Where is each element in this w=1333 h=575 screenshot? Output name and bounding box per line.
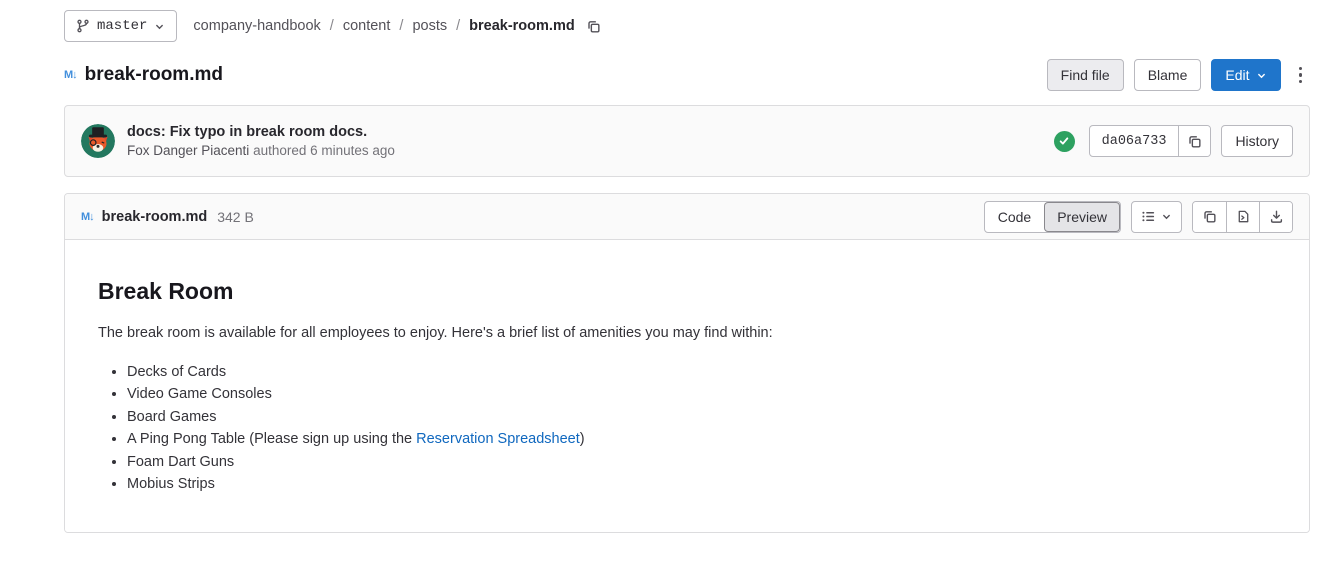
commit-authored-text: authored 6 minutes ago (249, 143, 395, 158)
page: master company-handbook / content / post… (0, 0, 1333, 533)
kebab-menu-icon (1299, 67, 1303, 84)
tab-preview[interactable]: Preview (1044, 202, 1120, 232)
breadcrumb: company-handbook / content / posts / bre… (193, 17, 602, 36)
breadcrumb-item-file: break-room.md (469, 18, 575, 34)
file-viewer-header: M↓ break-room.md 342 B Code Preview (65, 194, 1309, 240)
display-options-dropdown[interactable] (1131, 201, 1182, 233)
branch-selector-label: master (97, 18, 147, 34)
list-item: Foam Dart Guns (127, 451, 1276, 474)
branch-selector[interactable]: master (64, 10, 177, 42)
list-item-text: Board Games (127, 409, 216, 425)
chevron-down-icon (154, 21, 165, 32)
amenities-list: Decks of Cards Video Game Consoles Board… (98, 361, 1276, 496)
doc-heading: Break Room (98, 278, 1276, 305)
list-bulleted-icon (1141, 209, 1156, 224)
edit-button[interactable]: Edit (1211, 59, 1280, 91)
commit-sha-group: da06a733 (1089, 125, 1212, 157)
open-raw-button[interactable] (1226, 202, 1259, 232)
list-item-text: Video Game Consoles (127, 386, 272, 402)
list-item-text: Foam Dart Guns (127, 454, 234, 470)
author-avatar[interactable] (81, 124, 115, 158)
breadcrumb-item-content[interactable]: content (343, 18, 391, 34)
file-name: break-room.md (102, 209, 208, 225)
commit-byline: Fox Danger Piacenti authored 6 minutes a… (127, 143, 395, 158)
more-options-button[interactable] (1291, 61, 1311, 90)
page-title: break-room.md (85, 64, 223, 86)
rendered-markdown: Break Room The break room is available f… (65, 240, 1309, 532)
tab-code[interactable]: Code (985, 202, 1044, 232)
copy-path-button[interactable] (584, 17, 603, 36)
history-button[interactable]: History (1221, 125, 1293, 157)
copy-icon (586, 19, 601, 34)
check-circle-icon (1058, 135, 1070, 147)
markdown-file-icon: M↓ (64, 69, 77, 81)
list-item: Board Games (127, 406, 1276, 429)
code-preview-toggle: Code Preview (984, 201, 1121, 233)
breadcrumb-item-posts[interactable]: posts (412, 18, 447, 34)
breadcrumb-separator: / (399, 18, 403, 34)
list-item-text: Decks of Cards (127, 364, 226, 380)
copy-contents-button[interactable] (1193, 202, 1226, 232)
download-button[interactable] (1259, 202, 1292, 232)
list-item: Mobius Strips (127, 473, 1276, 496)
file-title-row: M↓ break-room.md Find file Blame Edit (64, 59, 1310, 91)
commit-author[interactable]: Fox Danger Piacenti (127, 143, 249, 158)
pipeline-status-badge[interactable] (1054, 131, 1075, 152)
list-item: Decks of Cards (127, 361, 1276, 384)
raw-file-icon (1236, 209, 1251, 224)
list-item-text: ) (580, 431, 585, 447)
list-item-text: Mobius Strips (127, 476, 215, 492)
list-item: Video Game Consoles (127, 383, 1276, 406)
breadcrumb-separator: / (456, 18, 460, 34)
last-commit-box: docs: Fix typo in break room docs. Fox D… (64, 105, 1310, 177)
list-item-text: A Ping Pong Table (Please sign up using … (127, 431, 416, 447)
copy-icon (1202, 209, 1217, 224)
edit-button-label: Edit (1225, 67, 1249, 83)
chevron-down-icon (1256, 70, 1267, 81)
blame-button[interactable]: Blame (1134, 59, 1202, 91)
find-file-button[interactable]: Find file (1047, 59, 1124, 91)
commit-message[interactable]: docs: Fix typo in break room docs. (127, 124, 395, 140)
breadcrumb-separator: / (330, 18, 334, 34)
commit-sha: da06a733 (1090, 126, 1179, 156)
copy-sha-button[interactable] (1178, 126, 1210, 156)
list-item: A Ping Pong Table (Please sign up using … (127, 428, 1276, 451)
doc-intro: The break room is available for all empl… (98, 323, 1276, 345)
copy-icon (1187, 134, 1202, 149)
download-icon (1269, 209, 1284, 224)
file-action-group (1192, 201, 1293, 233)
reservation-spreadsheet-link[interactable]: Reservation Spreadsheet (416, 431, 580, 447)
file-viewer: M↓ break-room.md 342 B Code Preview (64, 193, 1310, 533)
breadcrumb-item-repo[interactable]: company-handbook (193, 18, 320, 34)
markdown-file-icon: M↓ (81, 211, 94, 223)
branch-breadcrumb-row: master company-handbook / content / post… (64, 10, 1310, 42)
file-size: 342 B (217, 209, 254, 225)
git-branch-icon (76, 19, 90, 33)
chevron-down-icon (1161, 211, 1172, 222)
